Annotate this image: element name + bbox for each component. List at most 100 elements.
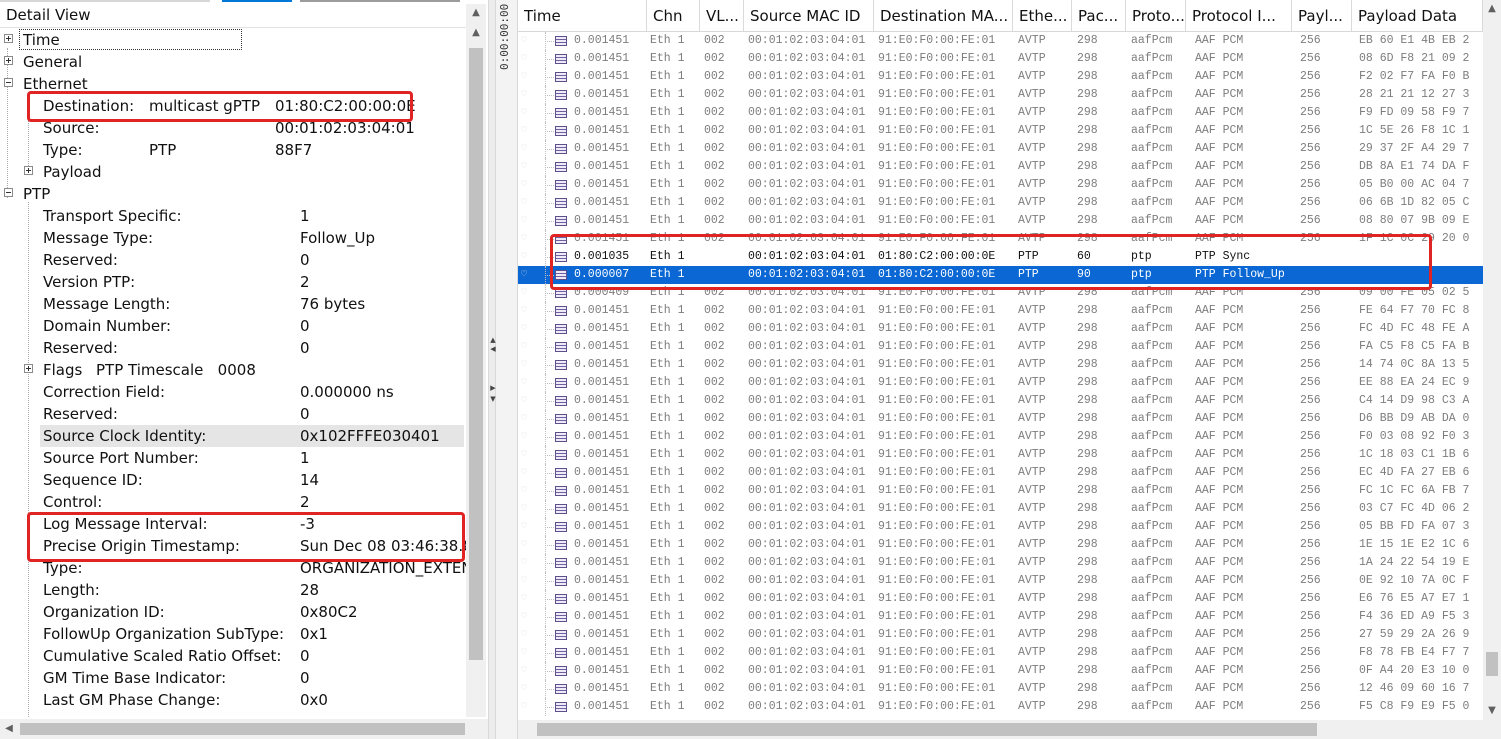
tree-field-row[interactable]: Source Port Number: 1 [0,447,466,469]
column-header[interactable]: VL... [700,0,744,31]
tree-field-row[interactable]: Version PTP: 2 [0,271,466,293]
table-row[interactable]: ♡ 0.001451 Eth 1 002 00:01:02:03:04:01 91:E0:… [518,536,1483,554]
table-row[interactable]: ♡ 0.001451 Eth 1 002 00:01:02:03:04:01 91:E0:… [518,446,1483,464]
tree-node[interactable]: PTP [0,183,466,205]
table-row[interactable]: ♡ 0.001451 Eth 1 002 00:01:02:03:04:01 91:E0:… [518,140,1483,158]
heart-icon[interactable]: ♡ [521,575,527,587]
heart-icon[interactable]: ♡ [521,521,527,533]
table-row[interactable]: ♡ 0.001451 Eth 1 002 00:01:02:03:04:01 91:E0:… [518,104,1483,122]
heart-icon[interactable]: ♡ [521,503,527,515]
tree-field-row[interactable]: Transport Specific: 1 [0,205,466,227]
column-header[interactable]: Protocol I... [1186,0,1292,31]
tree-field-row[interactable]: Source Clock Identity: 0x102FFFE030401 [40,425,464,447]
tree-field-row[interactable]: Message Length: 76 bytes [0,293,466,315]
column-header[interactable]: Proto... [1126,0,1186,31]
table-row[interactable]: ♡ 0.001451 Eth 1 002 00:01:02:03:04:01 91:E0:… [518,86,1483,104]
grid-vertical-scrollbar[interactable]: ▲ ▼ [1483,0,1501,739]
heart-icon[interactable]: ♡ [521,539,527,551]
scroll-thumb[interactable] [469,48,483,660]
scroll-left-arrow-icon[interactable]: ◀ [0,719,18,739]
table-row[interactable]: ♡ 0.001451 Eth 1 002 00:01:02:03:04:01 91:E0:… [518,698,1483,716]
tab-strip-segment[interactable] [0,0,210,2]
table-row[interactable]: ♡ 0.001451 Eth 1 002 00:01:02:03:04:01 91:E0:… [518,482,1483,500]
scroll-thumb[interactable] [537,723,1317,736]
column-header[interactable]: Payl... [1292,0,1352,31]
heart-icon[interactable]: ♡ [521,305,527,317]
column-header[interactable]: Payload Data [1352,0,1483,31]
tab-strip-active-segment[interactable] [222,0,292,2]
heart-icon[interactable]: ♡ [521,395,527,407]
heart-icon[interactable]: ♡ [521,431,527,443]
scroll-down-arrow-icon[interactable]: ▼ [1483,702,1501,720]
tree-field-row[interactable]: Control: 2 [0,491,466,513]
scroll-thumb[interactable] [20,723,465,735]
table-row[interactable]: ♡ 0.001451 Eth 1 002 00:01:02:03:04:01 91:E0:… [518,68,1483,86]
table-row[interactable]: ♡ 0.001451 Eth 1 002 00:01:02:03:04:01 91:E0:… [518,680,1483,698]
heart-icon[interactable]: ♡ [521,341,527,353]
heart-icon[interactable]: ♡ [521,647,527,659]
heart-icon[interactable]: ♡ [521,35,527,47]
collapse-minus-icon[interactable] [4,188,13,197]
heart-icon[interactable]: ♡ [521,701,527,713]
tree-field-row[interactable]: Last GM Phase Change: 0x0 [0,689,466,711]
table-row[interactable]: ♡ 0.001451 Eth 1 002 00:01:02:03:04:01 91:E0:… [518,32,1483,50]
table-row[interactable]: ♡ 0.001451 Eth 1 002 00:01:02:03:04:01 91:E0:… [518,212,1483,230]
heart-icon[interactable]: ♡ [521,215,527,227]
tree-field-row[interactable]: Domain Number: 0 [0,315,466,337]
table-row[interactable]: ♡ 0.001451 Eth 1 002 00:01:02:03:04:01 91:E0:… [518,338,1483,356]
heart-icon[interactable]: ♡ [521,683,527,695]
heart-icon[interactable]: ♡ [521,611,527,623]
tree-field-row[interactable]: Reserved: 0 [0,337,466,359]
expand-plus-icon[interactable] [4,56,13,65]
tree-field-row[interactable]: Type: PTP 88F7 [0,139,466,161]
table-row[interactable]: ♡ 0.001451 Eth 1 002 00:01:02:03:04:01 91:E0:… [518,608,1483,626]
tree-field-row[interactable]: Length: 28 [0,579,466,601]
heart-icon[interactable]: ♡ [521,413,527,425]
table-row[interactable]: ♡ 0.001451 Eth 1 002 00:01:02:03:04:01 91:E0:… [518,392,1483,410]
heart-icon[interactable]: ♡ [521,485,527,497]
tree-field-row[interactable]: Sequence ID: 14 [0,469,466,491]
expand-plus-icon[interactable] [24,364,33,373]
tree-field-row[interactable]: Reserved: 0 [0,403,466,425]
tree-field-row[interactable]: Cumulative Scaled Ratio Offset: 0 [0,645,466,667]
table-row[interactable]: ♡ 0.001451 Eth 1 002 00:01:02:03:04:01 91:E0:… [518,410,1483,428]
scroll-up-arrow-icon[interactable]: ▲ [1483,0,1501,18]
column-header[interactable]: Ethe... [1013,0,1072,31]
expand-plus-icon[interactable] [4,34,13,43]
table-row[interactable]: ♡ 0.001451 Eth 1 002 00:01:02:03:04:01 91:E0:… [518,374,1483,392]
table-row[interactable]: ♡ 0.001451 Eth 1 002 00:01:02:03:04:01 91:E0:… [518,176,1483,194]
scroll-up-arrow-icon[interactable]: ▲ [466,4,486,22]
tree-node[interactable]: Flags PTP Timescale 0008 [0,359,466,381]
heart-icon[interactable]: ♡ [521,197,527,209]
heart-icon[interactable]: ♡ [521,107,527,119]
tree-field-row[interactable]: GM Time Base Indicator: 0 [0,667,466,689]
tree-field-row[interactable]: FollowUp Organization SubType: 0x1 [0,623,466,645]
heart-icon[interactable]: ♡ [521,593,527,605]
heart-icon[interactable]: ♡ [521,89,527,101]
column-header[interactable]: Destination MA... [874,0,1013,31]
table-row[interactable]: ♡ 0.001451 Eth 1 002 00:01:02:03:04:01 91:E0:… [518,122,1483,140]
table-row[interactable]: ♡ 0.001451 Eth 1 002 00:01:02:03:04:01 91:E0:… [518,662,1483,680]
column-header[interactable]: Source MAC ID [744,0,874,31]
expand-plus-icon[interactable] [24,166,33,175]
heart-icon[interactable]: ♡ [521,71,527,83]
heart-icon[interactable]: ♡ [521,179,527,191]
heart-icon[interactable]: ♡ [521,287,527,299]
column-header[interactable]: Pac... [1072,0,1126,31]
table-row[interactable]: ♡ 0.001451 Eth 1 002 00:01:02:03:04:01 91:E0:… [518,320,1483,338]
table-row[interactable]: ♡ 0.001451 Eth 1 002 00:01:02:03:04:01 91:E0:… [518,500,1483,518]
heart-icon[interactable]: ♡ [521,161,527,173]
table-row[interactable]: ♡ 0.001451 Eth 1 002 00:01:02:03:04:01 91:E0:… [518,356,1483,374]
tree-node[interactable]: General [0,51,466,73]
heart-icon[interactable]: ♡ [521,53,527,65]
column-header[interactable]: Time [518,0,647,31]
scroll-up-page-icon[interactable]: ▲ [466,24,486,42]
heart-icon[interactable]: ♡ [521,125,527,137]
tab-strip-segment[interactable] [300,0,460,2]
table-row[interactable]: ♡ 0.001451 Eth 1 002 00:01:02:03:04:01 91:E0:… [518,158,1483,176]
tree-node[interactable]: Payload [0,161,466,183]
table-row[interactable]: ♡ 0.001451 Eth 1 002 00:01:02:03:04:01 91:E0:… [518,428,1483,446]
heart-icon[interactable]: ♡ [521,377,527,389]
detail-vertical-scrollbar[interactable]: ▲ ▲ [466,4,486,717]
table-row[interactable]: ♡ 0.001451 Eth 1 002 00:01:02:03:04:01 91:E0:… [518,464,1483,482]
